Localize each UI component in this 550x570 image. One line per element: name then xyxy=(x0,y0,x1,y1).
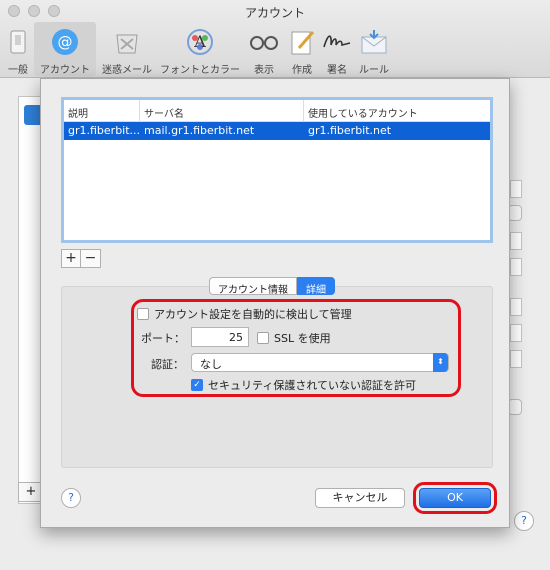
tab-account-info[interactable]: アカウント情報 xyxy=(209,277,297,296)
insecure-auth-checkbox-row[interactable]: ✓ セキュリティ保護されていない認証を許可 xyxy=(191,377,416,393)
svg-text:@: @ xyxy=(58,33,73,51)
background-popup xyxy=(508,399,522,415)
cell-account: gr1.fiberbit.net xyxy=(308,124,392,137)
auto-detect-label: アカウント設定を自動的に検出して管理 xyxy=(154,308,352,321)
port-input[interactable]: 25 xyxy=(191,327,249,347)
smtp-server-table: 説明 サーバ名 使用しているアカウント gr1.fiberbit... mail… xyxy=(61,97,493,243)
background-field xyxy=(510,324,522,342)
tab-bar: アカウント情報 詳細 xyxy=(209,277,335,296)
toolbar-item-label: 署名 xyxy=(327,65,347,76)
switch-icon xyxy=(2,26,34,58)
toolbar-item-label: フォントとカラー xyxy=(160,65,240,76)
smtp-server-sheet: 説明 サーバ名 使用しているアカウント gr1.fiberbit... mail… xyxy=(40,78,510,528)
preferences-toolbar: 一般 @ アカウント 迷惑メール A フォントとカラー 表示 作成 署名 ルール xyxy=(6,22,396,76)
glasses-icon xyxy=(248,26,280,58)
junk-mail-icon xyxy=(111,26,143,58)
column-header-server[interactable]: サーバ名 xyxy=(140,100,304,121)
rules-icon xyxy=(358,26,390,58)
cell-description: gr1.fiberbit... xyxy=(68,124,140,137)
toolbar-item-view[interactable]: 表示 xyxy=(246,22,282,76)
remove-server-button[interactable]: − xyxy=(81,249,101,268)
toolbar-item-junk-mail[interactable]: 迷惑メール xyxy=(100,22,154,76)
auth-select[interactable]: なし ⬍ xyxy=(191,353,449,372)
ssl-checkbox-row[interactable]: SSL を使用 xyxy=(257,330,331,346)
table-header: 説明 サーバ名 使用しているアカウント xyxy=(64,100,490,122)
port-label: ポート： xyxy=(141,332,185,345)
background-field xyxy=(510,180,522,198)
add-remove-controls: + − xyxy=(61,249,101,268)
window-titlebar: アカウント 一般 @ アカウント 迷惑メール A フォントとカラー 表示 作成 … xyxy=(0,0,550,78)
cell-server: mail.gr1.fiberbit.net xyxy=(144,124,255,137)
ssl-label: SSL を使用 xyxy=(274,332,331,345)
tab-advanced[interactable]: 詳細 xyxy=(297,277,335,296)
auth-label: 認証： xyxy=(151,358,184,371)
auto-detect-checkbox-row[interactable]: アカウント設定を自動的に検出して管理 xyxy=(137,306,352,322)
toolbar-item-fonts-colors[interactable]: A フォントとカラー xyxy=(158,22,242,76)
insecure-auth-checkbox[interactable]: ✓ xyxy=(191,379,203,391)
insecure-auth-label: セキュリティ保護されていない認証を許可 xyxy=(208,379,417,392)
at-sign-icon: @ xyxy=(49,26,81,58)
toolbar-item-accounts[interactable]: @ アカウント xyxy=(34,22,96,76)
signature-icon xyxy=(321,26,353,58)
auto-detect-checkbox[interactable] xyxy=(137,308,149,320)
background-field xyxy=(510,232,522,250)
toolbar-item-label: ルール xyxy=(359,65,389,76)
window-title: アカウント xyxy=(244,6,305,20)
cancel-button[interactable]: キャンセル xyxy=(315,488,405,508)
background-field xyxy=(510,298,522,316)
background-field xyxy=(510,350,522,368)
toolbar-item-compose[interactable]: 作成 xyxy=(286,22,318,76)
background-help-button[interactable]: ? xyxy=(514,511,534,531)
toolbar-item-signatures[interactable]: 署名 xyxy=(322,22,352,76)
table-row[interactable]: gr1.fiberbit... mail.gr1.fiberbit.net gr… xyxy=(64,122,490,140)
toolbar-item-label: 迷惑メール xyxy=(102,65,152,76)
compose-icon xyxy=(286,26,318,58)
add-server-button[interactable]: + xyxy=(61,249,81,268)
ok-button[interactable]: OK xyxy=(419,488,491,508)
toolbar-item-rules[interactable]: ルール xyxy=(356,22,392,76)
column-header-account[interactable]: 使用しているアカウント xyxy=(304,100,490,121)
background-popup xyxy=(508,205,522,221)
svg-text:A: A xyxy=(193,32,206,51)
toolbar-item-label: 表示 xyxy=(254,65,274,76)
help-button[interactable]: ? xyxy=(61,488,81,508)
chevron-up-down-icon: ⬍ xyxy=(433,353,448,372)
ssl-checkbox[interactable] xyxy=(257,332,269,344)
fonts-colors-icon: A xyxy=(184,26,216,58)
toolbar-item-label: 一般 xyxy=(8,65,28,76)
toolbar-item-general[interactable]: 一般 xyxy=(6,22,30,76)
background-field xyxy=(510,258,522,276)
auth-select-value: なし xyxy=(200,358,222,371)
toolbar-item-label: アカウント xyxy=(40,65,90,76)
toolbar-item-label: 作成 xyxy=(292,65,312,76)
column-header-description[interactable]: 説明 xyxy=(64,100,140,121)
